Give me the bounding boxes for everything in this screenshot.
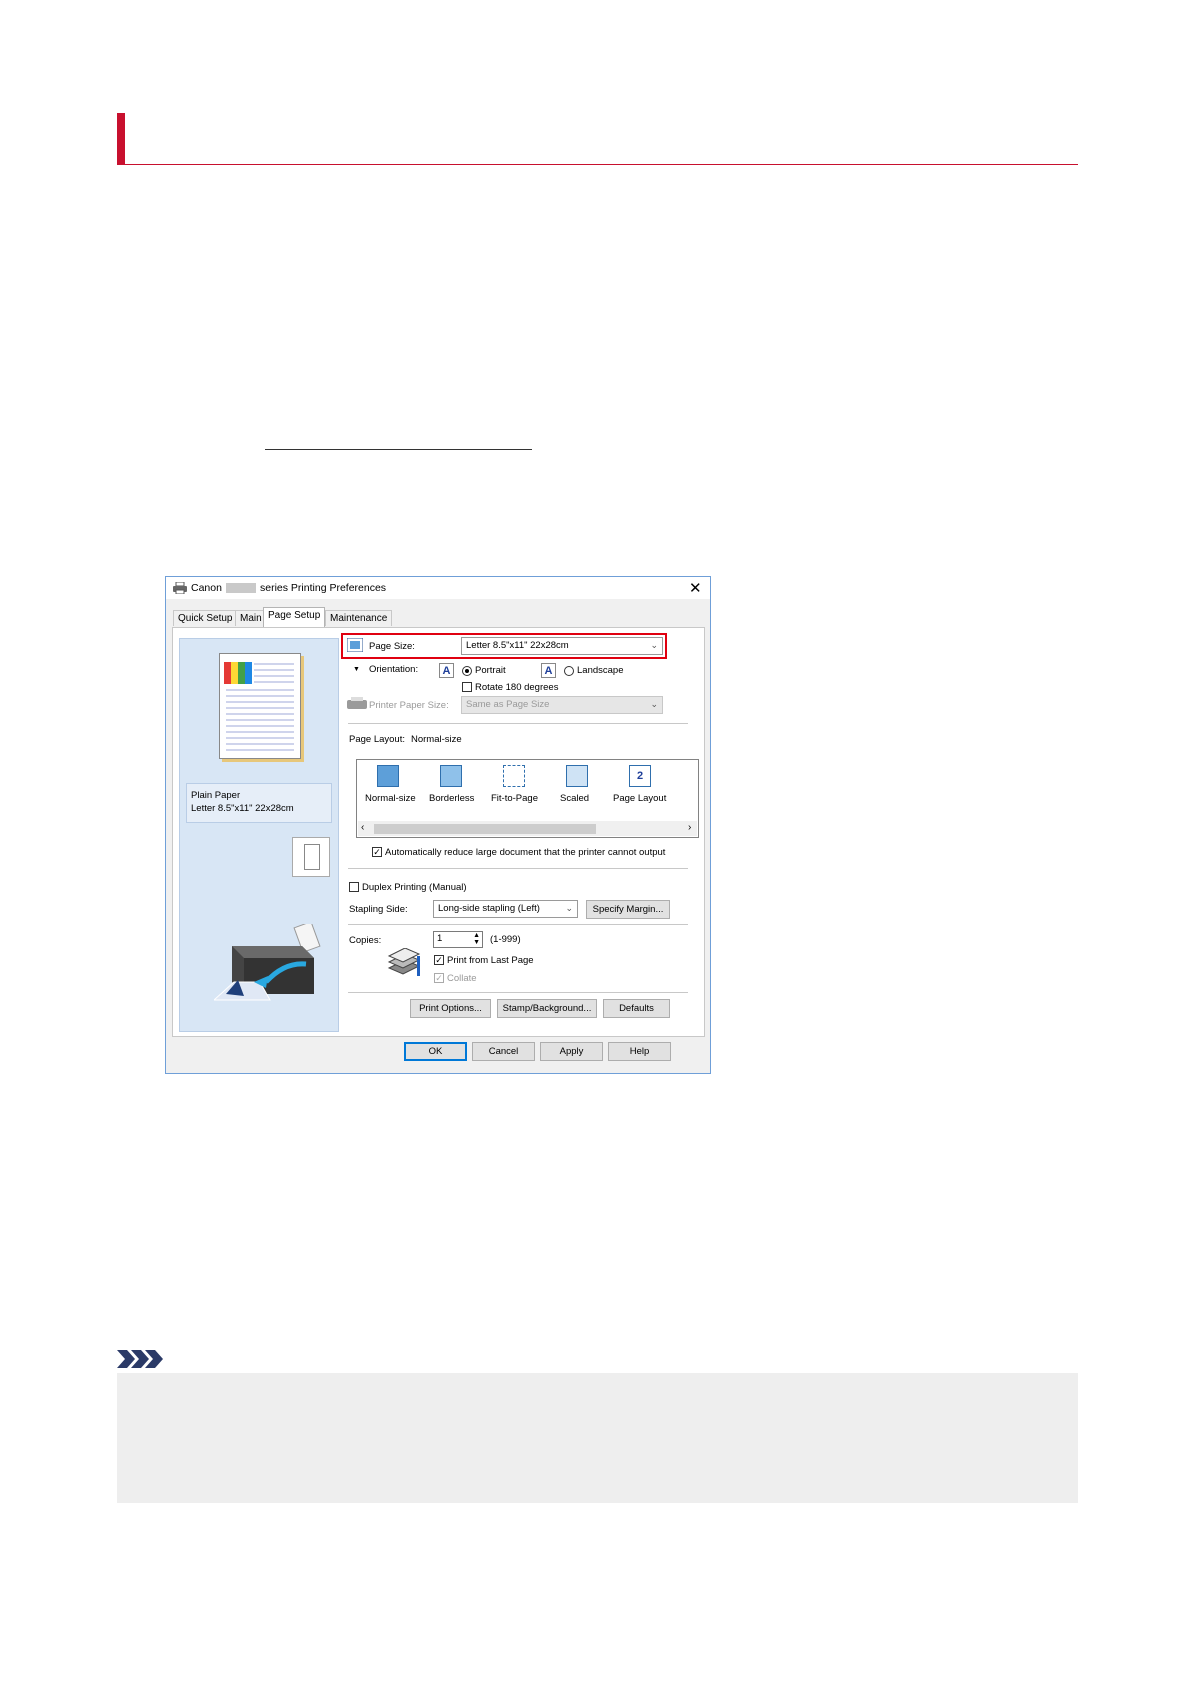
- paper-source-icon[interactable]: [292, 837, 330, 877]
- printer-icon: [173, 582, 187, 594]
- divider: [348, 868, 688, 869]
- duplex-label: Duplex Printing (Manual): [362, 882, 467, 893]
- auto-reduce-label: Automatically reduce large document that…: [385, 847, 666, 858]
- print-from-last-page-label: Print from Last Page: [447, 955, 534, 966]
- divider: [348, 723, 688, 724]
- help-button[interactable]: Help: [608, 1042, 671, 1061]
- arrow-down-icon: ▼: [353, 666, 360, 673]
- scaled-icon[interactable]: [566, 765, 588, 787]
- layout-option-scaled: Scaled: [560, 793, 590, 804]
- tab-quick-setup[interactable]: Quick Setup: [173, 610, 238, 626]
- copies-value: 1: [437, 933, 443, 944]
- normal-size-icon[interactable]: [377, 765, 399, 787]
- horizontal-scrollbar[interactable]: ‹ ›: [358, 821, 697, 836]
- redacted-model-name: [226, 583, 256, 593]
- scrollbar-thumb[interactable]: [374, 824, 596, 834]
- copies-input[interactable]: 1 ▲ ▼: [433, 931, 483, 948]
- page-size-label: Page Size:: [369, 641, 415, 652]
- collate-checkbox[interactable]: ✓: [434, 973, 444, 983]
- note-box: [117, 1373, 1078, 1503]
- page-layout-icon[interactable]: 2: [629, 765, 651, 787]
- tab-main[interactable]: Main: [235, 610, 267, 626]
- print-options-button[interactable]: Print Options...: [410, 999, 491, 1018]
- landscape-label: Landscape: [577, 665, 624, 676]
- divider: [348, 992, 688, 993]
- fit-to-page-icon[interactable]: [503, 765, 525, 787]
- copies-label: Copies:: [349, 935, 382, 946]
- chevron-left-icon[interactable]: ‹: [361, 822, 364, 833]
- printer-paper-size-label: Printer Paper Size:: [369, 700, 449, 711]
- chevron-right-icon[interactable]: ›: [688, 822, 691, 833]
- page-size-select[interactable]: Letter 8.5"x11" 22x28cm ⌄: [461, 637, 663, 655]
- note-icon: [117, 1350, 163, 1368]
- media-type: Plain Paper: [191, 790, 241, 801]
- dialog-title-suffix: series Printing Preferences: [260, 582, 387, 594]
- page-preview-graphic: [224, 662, 294, 751]
- link-underline: [265, 449, 532, 450]
- page-preview: [219, 653, 301, 759]
- rotate-180-checkbox[interactable]: [462, 682, 472, 692]
- borderless-icon[interactable]: [440, 765, 462, 787]
- stapling-side-label: Stapling Side:: [349, 904, 408, 915]
- portrait-icon: A: [439, 663, 454, 678]
- media-info: Plain Paper Letter 8.5"x11" 22x28cm: [186, 783, 332, 823]
- page-setup-panel: Plain Paper Letter 8.5"x11" 22x28cm Page…: [172, 627, 705, 1037]
- landscape-icon: A: [541, 663, 556, 678]
- apply-button[interactable]: Apply: [540, 1042, 603, 1061]
- media-size: Letter 8.5"x11" 22x28cm: [191, 803, 294, 814]
- duplex-checkbox[interactable]: [349, 882, 359, 892]
- heading-accent-bar: [117, 113, 125, 165]
- stamp-background-button[interactable]: Stamp/Background...: [497, 999, 597, 1018]
- printer-paper-size-select[interactable]: Same as Page Size ⌄: [461, 696, 663, 714]
- page-size-value: Letter 8.5"x11" 22x28cm: [466, 640, 569, 651]
- spin-arrows-icon[interactable]: ▲ ▼: [473, 932, 480, 946]
- stapling-side-select[interactable]: Long-side stapling (Left) ⌄: [433, 900, 578, 918]
- page-layout-label: Page Layout:: [349, 734, 405, 745]
- page-layout-value: Normal-size: [411, 734, 462, 745]
- printing-preferences-dialog: Canon series Printing Preferences ✕ Quic…: [165, 576, 711, 1074]
- layout-option-normal-size[interactable]: Normal-size: [365, 793, 416, 804]
- printer-paper-icon: [347, 697, 367, 709]
- orientation-label: Orientation:: [369, 664, 419, 675]
- defaults-button[interactable]: Defaults: [603, 999, 670, 1018]
- preview-column: Plain Paper Letter 8.5"x11" 22x28cm: [179, 638, 339, 1032]
- portrait-radio[interactable]: [462, 666, 472, 676]
- stapling-side-value: Long-side stapling (Left): [438, 903, 540, 914]
- close-icon[interactable]: ✕: [689, 579, 702, 597]
- collate-label: Collate: [447, 973, 477, 984]
- printer-paper-size-value: Same as Page Size: [466, 699, 550, 710]
- tab-maintenance[interactable]: Maintenance: [325, 610, 393, 626]
- divider: [348, 924, 688, 925]
- chevron-down-icon: ⌄: [565, 903, 573, 913]
- portrait-label: Portrait: [475, 665, 506, 676]
- printer-illustration: [214, 924, 321, 1001]
- layout-option-page-layout: Page Layout: [613, 793, 667, 804]
- dialog-title-prefix: Canon: [191, 582, 222, 594]
- chevron-down-icon: ⌄: [650, 699, 658, 709]
- specify-margin-button[interactable]: Specify Margin...: [586, 900, 670, 919]
- rotate-180-label: Rotate 180 degrees: [475, 682, 559, 693]
- ok-button[interactable]: OK: [404, 1042, 467, 1061]
- auto-reduce-checkbox[interactable]: ✓: [372, 847, 382, 857]
- cancel-button[interactable]: Cancel: [472, 1042, 535, 1061]
- layout-option-fit-to-page: Fit-to-Page: [491, 793, 538, 804]
- page-layout-list: Normal-size Borderless Fit-to-Page Scale…: [356, 759, 699, 838]
- heading-underline: [117, 164, 1078, 165]
- copies-range: (1-999): [490, 934, 521, 945]
- page-size-icon: [347, 638, 363, 652]
- chevron-down-icon: ⌄: [650, 640, 658, 650]
- copies-stack-icon: [387, 948, 421, 976]
- layout-option-borderless: Borderless: [429, 793, 475, 804]
- tab-page-setup[interactable]: Page Setup: [263, 607, 326, 628]
- print-from-last-page-checkbox[interactable]: ✓: [434, 955, 444, 965]
- landscape-radio[interactable]: [564, 666, 574, 676]
